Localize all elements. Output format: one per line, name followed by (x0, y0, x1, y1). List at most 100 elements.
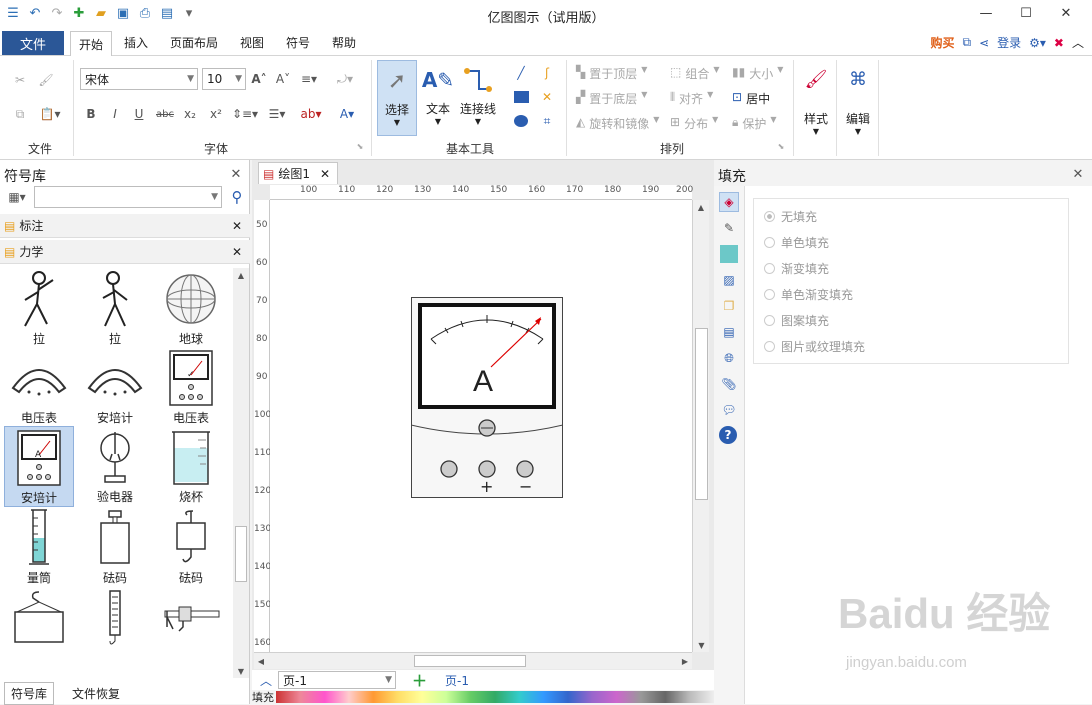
document-tab[interactable]: ▤ 绘图1 ✕ (258, 162, 338, 184)
symbol-ammeter[interactable]: 安培计 (80, 347, 150, 426)
help-icon[interactable]: ? (719, 426, 737, 444)
crop-tool-icon[interactable]: ⌗ (538, 112, 556, 130)
symbol-ammeter-selected[interactable]: A 安培计 (4, 426, 74, 507)
rectangle-tool-icon[interactable] (512, 88, 530, 106)
style-button[interactable]: 🖌 样式 ▼ (800, 64, 832, 150)
symbol-hook-weight[interactable]: 砝码 (156, 507, 226, 586)
share-screen-icon[interactable]: ⧉ (962, 35, 971, 50)
superscript-icon[interactable]: x² (206, 104, 226, 124)
line-spacing-icon[interactable]: ≡▾ (298, 68, 320, 90)
font-name-select[interactable]: 宋体 ▼ (80, 68, 198, 90)
image-icon[interactable]: ▨ (719, 270, 739, 290)
library-section-mechanics[interactable]: ▤ 力学 ✕ (0, 240, 250, 264)
connector-tool-button[interactable]: 连接线 ▼ (458, 60, 498, 136)
bullets-icon[interactable]: ☰▾ (264, 104, 290, 124)
symbol-voltmeter[interactable]: ✓ 电压表 (156, 347, 226, 426)
collapse-ribbon-icon[interactable]: ︿ (1072, 34, 1084, 51)
strikethrough-icon[interactable]: abc (154, 104, 176, 124)
search-icon[interactable]: ⚲ (228, 188, 246, 206)
symbol-spring-scale[interactable] (80, 586, 150, 648)
maximize-icon[interactable]: ☐ (1006, 2, 1046, 24)
size-button[interactable]: ▮▮ 大小 ▼ (732, 65, 783, 82)
align-button[interactable]: ⫴ 对齐 ▼ (670, 90, 713, 107)
font-size-select[interactable]: 10 ▼ (202, 68, 246, 90)
library-search-input[interactable]: ▼ (34, 186, 222, 208)
login-link[interactable]: 登录 (997, 34, 1021, 51)
paragraph-spacing-icon[interactable]: ⇕≡▾ (232, 104, 258, 124)
fill-option-gradient[interactable]: 渐变填充 (764, 255, 1058, 281)
scroll-down-icon[interactable]: ▼ (233, 664, 249, 678)
curve-tool-icon[interactable]: ʃ (538, 64, 556, 82)
symbol-voltmeter[interactable]: 电压表 (4, 347, 74, 426)
fill-option-pattern[interactable]: 图案填充 (764, 307, 1058, 333)
share-icon[interactable]: ⋖ (979, 36, 989, 50)
cut-icon[interactable]: ✂ (10, 70, 30, 90)
point-tool-icon[interactable]: ✕ (538, 88, 556, 106)
symbol-pull[interactable]: 拉 (4, 268, 74, 347)
tab-view[interactable]: 视图 (240, 34, 264, 51)
italic-icon[interactable]: I (106, 104, 124, 124)
symbol-globe[interactable]: 地球 (156, 268, 226, 347)
scroll-thumb[interactable] (235, 526, 247, 582)
symbol-hanging-weight[interactable] (4, 586, 74, 648)
shadow-icon[interactable] (719, 244, 739, 264)
attachment-icon[interactable]: 📎︎ (719, 374, 739, 394)
rotate-mirror-button[interactable]: ◭ 旋转和镜像 ▼ (576, 115, 659, 132)
library-scrollbar[interactable]: ▲ ▼ (233, 268, 249, 678)
group-button[interactable]: ⬚ 组合 ▼ (670, 65, 720, 82)
pages-up-icon[interactable]: ︿ (260, 672, 272, 689)
tab-home[interactable]: 开始 (70, 31, 113, 57)
protect-button[interactable]: 🔒︎ 保护 ▼ (732, 115, 777, 132)
ellipse-tool-icon[interactable] (512, 112, 530, 130)
file-menu-button[interactable]: 文件 (2, 31, 64, 55)
arrange-dialog-launcher-icon[interactable]: ⬊ (776, 141, 786, 151)
buy-link[interactable]: 购买 (930, 34, 954, 51)
close-icon[interactable]: ✕ (232, 245, 242, 259)
scroll-right-icon[interactable]: ▶ (678, 653, 692, 669)
line-style-icon[interactable]: ✎ (719, 218, 739, 238)
canvas-vertical-scrollbar[interactable]: ▲ ▼ (692, 200, 709, 652)
ammeter-shape[interactable]: A + − (410, 297, 564, 498)
hyperlink-icon[interactable]: 🌐︎ (719, 348, 739, 368)
text-tool-button[interactable]: A✎ 文本 ▼ (420, 60, 456, 136)
scroll-thumb[interactable] (414, 655, 526, 667)
minimize-icon[interactable]: — (966, 2, 1006, 24)
page-tab[interactable]: 页-1 (445, 672, 469, 689)
scroll-thumb[interactable] (695, 328, 708, 500)
bring-to-front-button[interactable]: ▚ 置于顶层 ▼ (576, 65, 647, 82)
settings-icon[interactable]: ⚙▾ (1029, 36, 1046, 50)
shrink-font-icon[interactable]: A˅ (274, 68, 292, 90)
font-color-icon[interactable]: A▾ (334, 104, 360, 124)
close-icon[interactable]: ✕ (232, 219, 242, 233)
send-to-back-button[interactable]: ▞ 置于底层 ▼ (576, 90, 647, 107)
scroll-down-icon[interactable]: ▼ (693, 638, 710, 652)
layers-icon[interactable]: ❐ (719, 296, 739, 316)
tab-symbols[interactable]: 符号 (286, 34, 310, 51)
copy-icon[interactable]: ⧉ (10, 104, 30, 124)
bold-icon[interactable]: B (82, 104, 100, 124)
fill-icon[interactable]: ◈ (719, 192, 739, 212)
tab-help[interactable]: 帮助 (332, 34, 356, 51)
text-color-icon[interactable]: ab▾ (296, 104, 326, 124)
scroll-up-icon[interactable]: ▲ (693, 200, 709, 214)
close-icon[interactable]: ✕ (320, 167, 330, 181)
edit-button[interactable]: ⌘ 编辑 ▼ (842, 64, 874, 150)
scroll-left-icon[interactable]: ◀ (254, 653, 268, 669)
center-button[interactable]: ⊡ 居中 (732, 90, 770, 107)
canvas-horizontal-scrollbar[interactable]: ◀ ▶ (254, 652, 692, 669)
scroll-up-icon[interactable]: ▲ (233, 268, 249, 282)
tab-page-layout[interactable]: 页面布局 (170, 34, 218, 51)
fill-option-picture[interactable]: 图片或纹理填充 (764, 333, 1058, 359)
close-icon[interactable]: ✕ (228, 166, 244, 182)
comment-icon[interactable]: 💬︎ (719, 400, 739, 420)
grow-font-icon[interactable]: A˄ (250, 68, 268, 90)
symbol-weight[interactable]: 砝码 (80, 507, 150, 586)
fill-option-single-gradient[interactable]: 单色渐变填充 (764, 281, 1058, 307)
symbol-caliper[interactable] (156, 586, 226, 648)
paste-icon[interactable]: 📋▾ (36, 104, 64, 124)
theme-icon[interactable]: ✖ (1054, 36, 1064, 50)
page-properties-icon[interactable]: ▤ (719, 322, 739, 342)
symbol-graduated-cylinder[interactable]: 量筒 (4, 507, 74, 586)
close-icon[interactable]: ✕ (1046, 2, 1086, 24)
select-tool-button[interactable]: ➚ 选择 ▼ (377, 60, 417, 136)
